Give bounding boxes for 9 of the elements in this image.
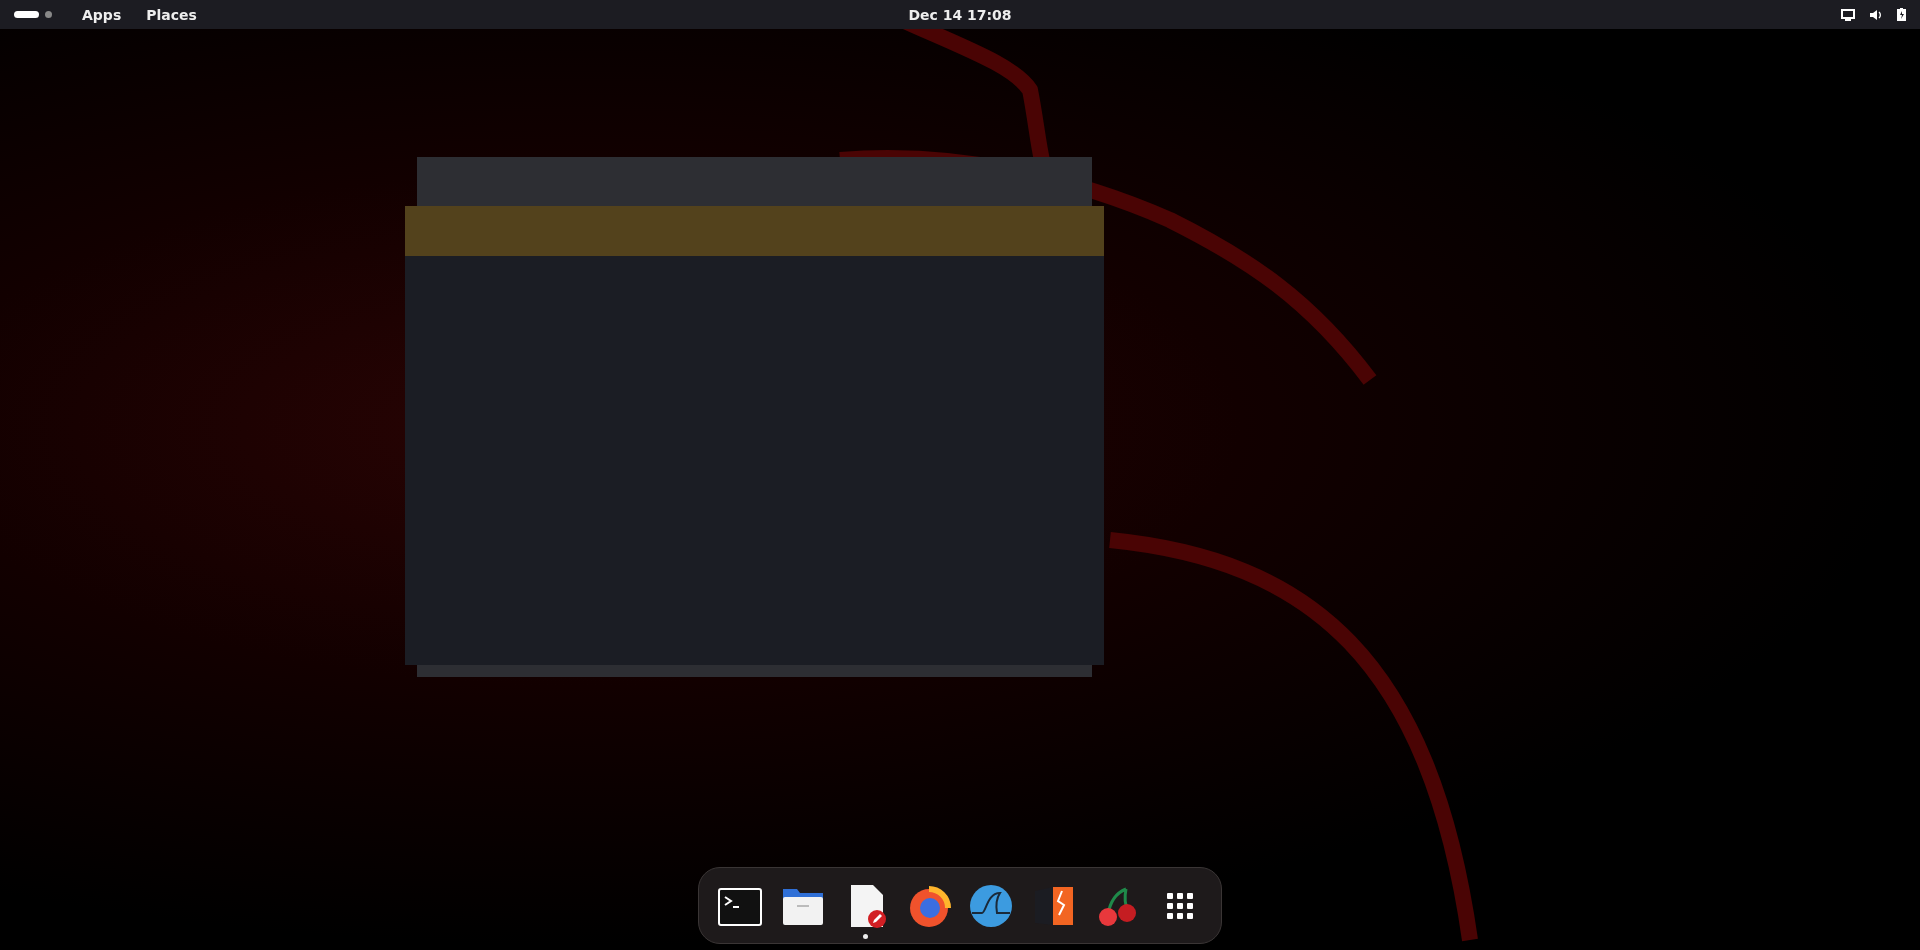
menu-item[interactable]: Places: [146, 6, 197, 23]
clock[interactable]: Dec 14 17:08: [908, 6, 1012, 23]
menu-item[interactable]: Apps: [82, 6, 122, 23]
battery-icon[interactable]: [1897, 8, 1906, 21]
workspace-indicator[interactable]: [14, 11, 39, 18]
shark-fin-icon[interactable]: [968, 882, 1015, 929]
workspace-indicator[interactable]: [45, 11, 52, 18]
monitor-icon[interactable]: [1841, 8, 1855, 21]
volume-icon[interactable]: [1869, 8, 1883, 21]
